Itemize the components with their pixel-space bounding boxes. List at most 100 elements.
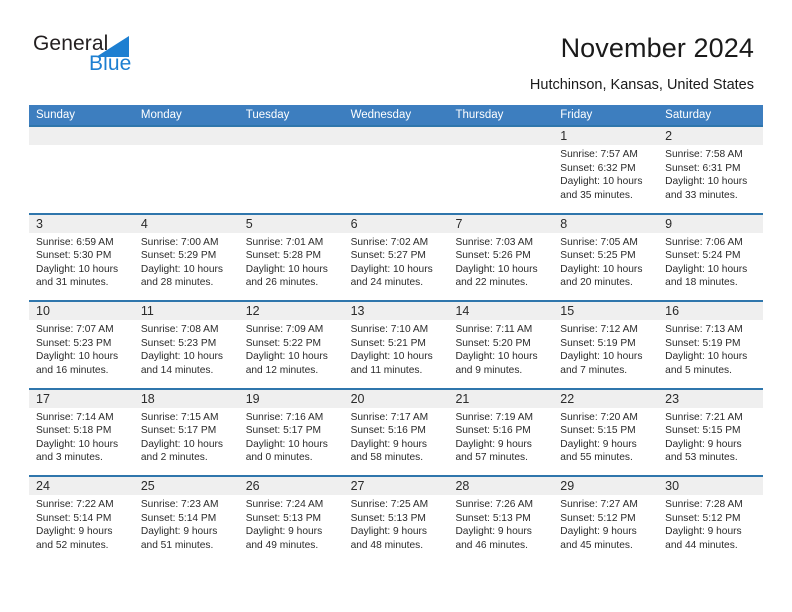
calendar-day-cell-empty bbox=[343, 127, 449, 213]
sunrise-text: Sunrise: 7:22 AM bbox=[36, 499, 114, 510]
calendar-day-cell[interactable]: 24 Sunrise: 7:22 AM Sunset: 5:14 PM Dayligh… bbox=[29, 477, 134, 563]
sunrise-text: Sunrise: 7:09 AM bbox=[245, 324, 324, 335]
day-number-strip: 12 bbox=[238, 302, 344, 320]
day-details: Sunrise: 7:19 AM Sunset: 5:16 PM Daylight:… bbox=[448, 408, 553, 465]
calendar-day-cell[interactable]: 30 Sunrise: 7:28 AM Sunset: 5:12 PM Dayligh… bbox=[658, 477, 764, 563]
calendar-day-cell[interactable]: 21 Sunrise: 7:19 AM Sunset: 5:16 PM Dayligh… bbox=[448, 389, 554, 475]
day-details: Sunrise: 7:13 AM Sunset: 5:19 PM Daylight:… bbox=[658, 320, 763, 377]
day-number: 28 bbox=[455, 479, 470, 493]
calendar-day-cell[interactable]: 13 Sunrise: 7:10 AM Sunset: 5:21 PM Dayligh… bbox=[343, 302, 449, 388]
day-number: 30 bbox=[665, 479, 680, 493]
sunrise-text: Sunrise: 7:02 AM bbox=[350, 236, 429, 248]
calendar-day-cell[interactable]: 5 Sunrise: 7:01 AM Sunset: 5:28 PM Daylight… bbox=[238, 214, 344, 300]
sunset-text: Sunset: 5:22 PM bbox=[245, 337, 322, 349]
calendar-day-cell[interactable]: 8 Sunrise: 7:05 AM Sunset: 5:25 PM Daylight… bbox=[553, 214, 659, 300]
calendar-day-cell[interactable]: 29 Sunrise: 7:27 AM Sunset: 5:12 PM Dayligh… bbox=[553, 477, 659, 563]
day-number-strip bbox=[133, 127, 239, 145]
day-number-strip: 5 bbox=[238, 214, 344, 233]
sunrise-text: Sunrise: 7:24 AM bbox=[245, 499, 324, 510]
sunset-text: Sunset: 5:14 PM bbox=[140, 512, 217, 524]
day-details: Sunrise: 7:24 AM Sunset: 5:13 PM Daylight:… bbox=[239, 495, 344, 552]
calendar-day-cell[interactable]: 26 Sunrise: 7:24 AM Sunset: 5:13 PM Dayligh… bbox=[238, 477, 344, 563]
calendar-day-cell[interactable]: 14 Sunrise: 7:11 AM Sunset: 5:20 PM Dayligh… bbox=[448, 302, 554, 388]
calendar-day-cell[interactable]: 27 Sunrise: 7:25 AM Sunset: 5:13 PM Dayligh… bbox=[343, 477, 449, 563]
calendar-day-cell[interactable]: 15 Sunrise: 7:12 AM Sunset: 5:19 PM Dayligh… bbox=[553, 302, 659, 388]
calendar-day-cell[interactable]: 1 Sunrise: 7:57 AM Sunset: 6:32 PM Daylight… bbox=[553, 127, 659, 213]
calendar-day-cell[interactable]: 3 Sunrise: 6:59 AM Sunset: 5:30 PM Daylight… bbox=[29, 214, 134, 300]
calendar-day-cell[interactable]: 18 Sunrise: 7:15 AM Sunset: 5:17 PM Dayligh… bbox=[133, 389, 239, 475]
day-details: Sunrise: 7:14 AM Sunset: 5:18 PM Daylight:… bbox=[29, 408, 134, 465]
weekday-header-monday: Monday bbox=[140, 109, 182, 121]
day-number: 29 bbox=[560, 479, 575, 493]
calendar-day-cell[interactable]: 17 Sunrise: 7:14 AM Sunset: 5:18 PM Dayligh… bbox=[29, 389, 134, 475]
calendar-day-cell[interactable]: 16 Sunrise: 7:13 AM Sunset: 5:19 PM Dayligh… bbox=[658, 302, 764, 388]
daylight-text: Daylight: 9 hours and 44 minutes. bbox=[665, 526, 742, 551]
weekday-header-saturday: Saturday bbox=[665, 109, 712, 121]
sunset-text: Sunset: 5:23 PM bbox=[36, 337, 112, 349]
sunrise-text: Sunrise: 7:11 AM bbox=[455, 324, 533, 335]
calendar-day-cell[interactable]: 7 Sunrise: 7:03 AM Sunset: 5:26 PM Daylight… bbox=[448, 214, 554, 300]
daylight-text: Daylight: 10 hours and 20 minutes. bbox=[560, 263, 643, 289]
page-header: General Blue November 2024 Hutchinson, K… bbox=[0, 0, 792, 100]
daylight-text: Daylight: 10 hours and 0 minutes. bbox=[245, 438, 328, 464]
calendar-day-cell[interactable]: 23 Sunrise: 7:21 AM Sunset: 5:15 PM Dayligh… bbox=[658, 389, 764, 475]
daylight-text: Daylight: 9 hours and 52 minutes. bbox=[36, 526, 113, 551]
calendar-week-row: 10 Sunrise: 7:07 AM Sunset: 5:23 PM Dayligh… bbox=[29, 300, 764, 388]
day-number: 5 bbox=[245, 216, 253, 231]
day-details: Sunrise: 7:16 AM Sunset: 5:17 PM Daylight:… bbox=[239, 408, 344, 465]
day-number: 24 bbox=[36, 479, 50, 493]
day-number-strip bbox=[29, 127, 134, 145]
day-number-strip: 9 bbox=[658, 214, 764, 233]
sunrise-text: Sunrise: 7:15 AM bbox=[140, 411, 219, 423]
day-number: 15 bbox=[560, 304, 575, 318]
day-number: 22 bbox=[560, 391, 575, 406]
calendar-day-cell[interactable]: 12 Sunrise: 7:09 AM Sunset: 5:22 PM Dayligh… bbox=[238, 302, 344, 388]
daylight-text: Daylight: 10 hours and 24 minutes. bbox=[350, 263, 433, 289]
sunset-text: Sunset: 5:21 PM bbox=[350, 337, 426, 349]
calendar-weeks: 1 Sunrise: 7:57 AM Sunset: 6:32 PM Daylight… bbox=[29, 125, 764, 563]
calendar-day-cell[interactable]: 6 Sunrise: 7:02 AM Sunset: 5:27 PM Daylight… bbox=[343, 214, 449, 300]
day-number-strip: 25 bbox=[133, 477, 239, 495]
calendar-day-cell[interactable]: 20 Sunrise: 7:17 AM Sunset: 5:16 PM Dayligh… bbox=[343, 389, 449, 475]
day-number-strip: 19 bbox=[238, 389, 344, 408]
day-number-strip: 26 bbox=[238, 477, 344, 495]
calendar-day-cell[interactable]: 28 Sunrise: 7:26 AM Sunset: 5:13 PM Dayligh… bbox=[448, 477, 554, 563]
day-details: Sunrise: 7:23 AM Sunset: 5:14 PM Daylight:… bbox=[134, 495, 239, 552]
calendar-day-cell[interactable]: 22 Sunrise: 7:20 AM Sunset: 5:15 PM Dayligh… bbox=[553, 389, 659, 475]
day-number: 7 bbox=[455, 216, 463, 231]
daylight-text: Daylight: 10 hours and 31 minutes. bbox=[36, 263, 119, 289]
day-number: 19 bbox=[245, 391, 260, 406]
sunrise-text: Sunrise: 7:00 AM bbox=[140, 236, 219, 248]
day-number-strip: 28 bbox=[448, 477, 554, 495]
day-number: 3 bbox=[36, 216, 43, 231]
calendar-page: General Blue November 2024 Hutchinson, K… bbox=[0, 0, 792, 612]
calendar-day-cell[interactable]: 9 Sunrise: 7:06 AM Sunset: 5:24 PM Daylight… bbox=[658, 214, 764, 300]
sunrise-text: Sunrise: 6:59 AM bbox=[36, 236, 114, 248]
sunrise-text: Sunrise: 7:57 AM bbox=[560, 149, 638, 160]
day-number-strip: 24 bbox=[29, 477, 134, 495]
day-details: Sunrise: 7:03 AM Sunset: 5:26 PM Daylight:… bbox=[448, 233, 553, 290]
daylight-text: Daylight: 10 hours and 26 minutes. bbox=[245, 263, 328, 289]
day-number: 11 bbox=[140, 304, 154, 318]
calendar-day-cell-empty bbox=[133, 127, 239, 213]
calendar-week-row: 3 Sunrise: 6:59 AM Sunset: 5:30 PM Daylight… bbox=[29, 212, 764, 300]
day-number-strip: 23 bbox=[658, 389, 764, 408]
calendar-week-row: 17 Sunrise: 7:14 AM Sunset: 5:18 PM Dayligh… bbox=[29, 387, 764, 475]
day-number-strip: 1 bbox=[553, 127, 659, 145]
day-number: 1 bbox=[560, 129, 568, 143]
calendar-day-cell[interactable]: 11 Sunrise: 7:08 AM Sunset: 5:23 PM Dayligh… bbox=[133, 302, 239, 388]
sunrise-text: Sunrise: 7:08 AM bbox=[140, 324, 219, 335]
day-number: 25 bbox=[140, 479, 155, 493]
calendar-day-cell[interactable]: 2 Sunrise: 7:58 AM Sunset: 6:31 PM Daylight… bbox=[658, 127, 764, 213]
sunset-text: Sunset: 5:12 PM bbox=[560, 512, 636, 524]
calendar-day-cell-empty bbox=[238, 127, 344, 213]
calendar-day-cell[interactable]: 19 Sunrise: 7:16 AM Sunset: 5:17 PM Dayligh… bbox=[238, 389, 344, 475]
calendar-day-cell[interactable]: 4 Sunrise: 7:00 AM Sunset: 5:29 PM Daylight… bbox=[133, 214, 239, 300]
calendar-day-cell[interactable]: 25 Sunrise: 7:23 AM Sunset: 5:14 PM Dayligh… bbox=[133, 477, 239, 563]
sunset-text: Sunset: 5:14 PM bbox=[36, 512, 112, 524]
sunset-text: Sunset: 5:17 PM bbox=[140, 425, 217, 437]
day-number-strip bbox=[343, 127, 449, 145]
calendar-day-cell[interactable]: 10 Sunrise: 7:07 AM Sunset: 5:23 PM Dayligh… bbox=[29, 302, 134, 388]
sunrise-text: Sunrise: 7:16 AM bbox=[245, 411, 324, 423]
brand-logo[interactable]: General Blue bbox=[33, 33, 233, 83]
